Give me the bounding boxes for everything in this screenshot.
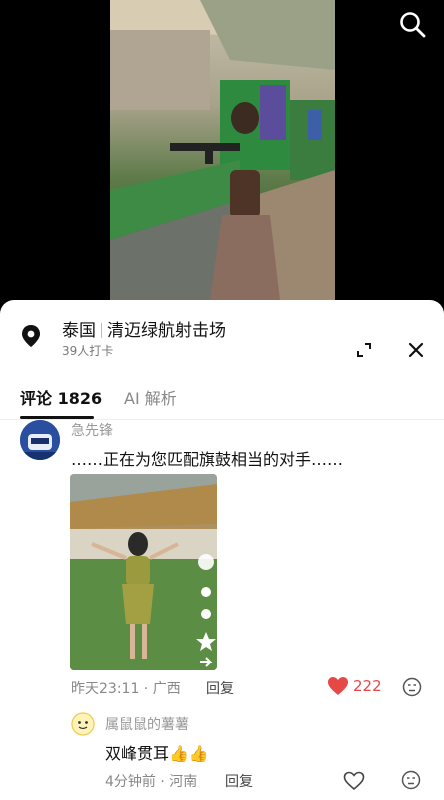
tab-comments[interactable]: 评论 1826: [20, 385, 102, 409]
reply-time-location: 4分钟前 · 河南: [105, 774, 198, 790]
reply-avatar-image: [71, 712, 95, 736]
heart-outline-icon[interactable]: [343, 770, 365, 792]
reply-text: 双峰贯耳👍👍: [105, 744, 209, 763]
reply-meta: 4分钟前 · 河南 回复: [105, 770, 435, 792]
screen: 泰国 清迈绿航射击场 39人打卡 评论 1826 AI 解析 急先锋 ……正在为…: [0, 0, 444, 800]
location-title: 泰国 清迈绿航射击场: [62, 316, 226, 341]
video-scene: [110, 0, 335, 300]
checkin-count: 39人打卡: [62, 344, 114, 358]
active-tab-indicator: [20, 416, 94, 419]
location-place: 清迈绿航射击场: [107, 321, 226, 341]
like-count: 222: [353, 677, 382, 695]
video-player[interactable]: [0, 0, 444, 300]
location-country: 泰国: [62, 321, 96, 341]
avatar-image: [20, 420, 60, 460]
comment-text: ……正在为您匹配旗鼓相当的对手……: [71, 450, 344, 469]
reply-avatar[interactable]: [71, 712, 95, 736]
avatar[interactable]: [20, 420, 60, 460]
comment-meta: 昨天23:11 · 广西 回复 222: [71, 676, 431, 698]
comments-sheet: 泰国 清迈绿航射击场 39人打卡 评论 1826 AI 解析 急先锋 ……正在为…: [0, 300, 444, 800]
comment-image[interactable]: [70, 474, 217, 670]
reply-button[interactable]: 回复: [206, 678, 234, 698]
reply-reply-button[interactable]: 回复: [225, 771, 253, 791]
tab-ai-analysis[interactable]: AI 解析: [124, 385, 177, 409]
expand-icon[interactable]: [354, 340, 374, 360]
search-icon[interactable]: [398, 10, 428, 40]
title-divider: [101, 323, 102, 338]
location-pin-icon: [22, 325, 40, 347]
like-button[interactable]: 222: [327, 676, 407, 698]
dislike-face-icon[interactable]: [402, 677, 422, 697]
reply-username[interactable]: 属鼠鼠的薯薯: [105, 714, 189, 734]
reply-dislike-face-icon[interactable]: [401, 770, 421, 790]
comment-username[interactable]: 急先锋: [71, 420, 113, 440]
heart-filled-icon: [328, 677, 348, 695]
comment-image-scene: [70, 474, 217, 670]
tab-bar: 评论 1826 AI 解析: [0, 380, 444, 420]
location-card[interactable]: 泰国 清迈绿航射击场 39人打卡: [0, 314, 444, 364]
video-frame[interactable]: [110, 0, 335, 300]
comment-time-location: 昨天23:11 · 广西: [71, 681, 181, 697]
close-icon[interactable]: [406, 340, 426, 360]
